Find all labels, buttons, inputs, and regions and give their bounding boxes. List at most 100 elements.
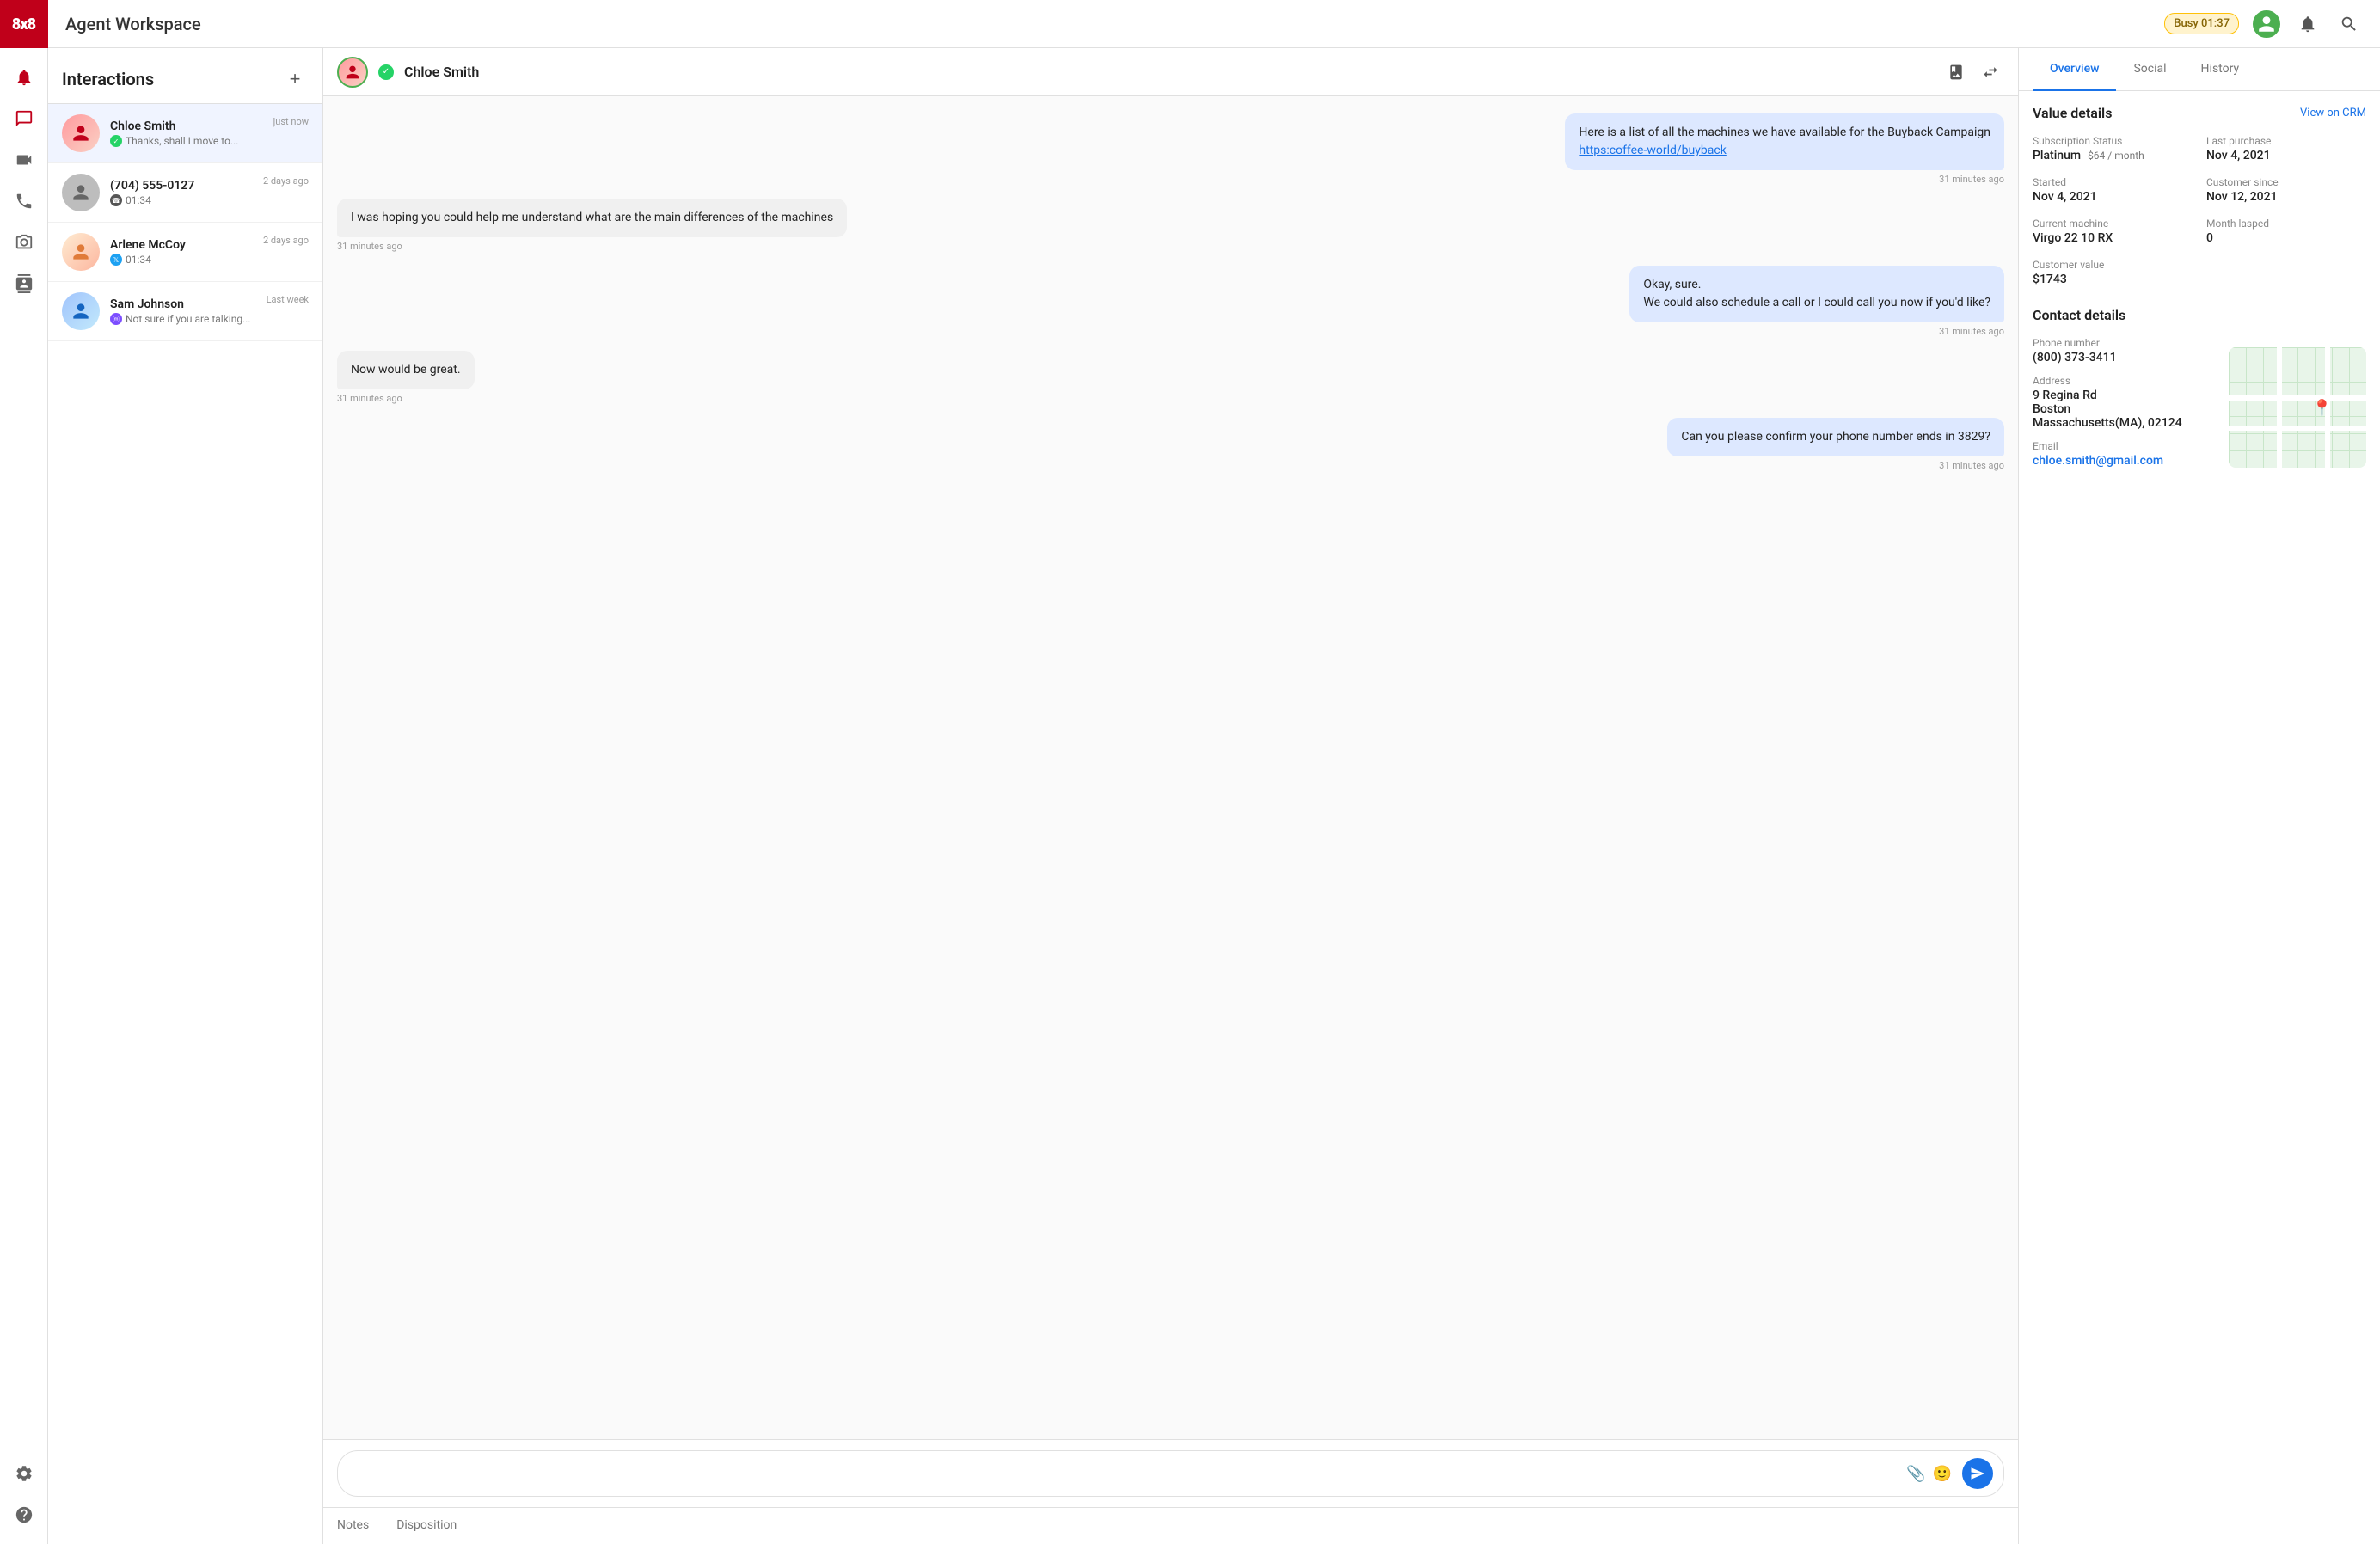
nav-item-chat[interactable]	[5, 100, 43, 138]
emoji-icon[interactable]: 🙂	[1933, 1465, 1952, 1483]
map-road	[2229, 395, 2366, 401]
details-grid: Subscription Status Platinum $64 / month…	[2033, 135, 2366, 286]
customer-value-value: $1743	[2033, 273, 2193, 286]
subscription-status-label: Subscription Status	[2033, 135, 2193, 147]
message-time: 31 minutes ago	[337, 174, 2004, 185]
chat-tabs: Notes Disposition	[323, 1507, 2018, 1544]
nav-item-settings[interactable]	[5, 1455, 43, 1492]
chat-contact-avatar	[337, 57, 368, 88]
agent-avatar[interactable]	[2253, 10, 2280, 38]
interaction-info: Sam Johnson ⓜ Not sure if you are talkin…	[110, 297, 256, 325]
notification-icon[interactable]	[2294, 10, 2322, 38]
month-lapsed-field: Month lasped 0	[2206, 218, 2366, 245]
knowledge-base-button[interactable]	[1942, 58, 1970, 86]
interaction-info: Chloe Smith ✓ Thanks, shall I move to...	[110, 119, 263, 147]
interaction-item[interactable]: Chloe Smith ✓ Thanks, shall I move to...…	[48, 104, 322, 163]
interaction-time: 2 days ago	[263, 235, 309, 246]
customer-since-value: Nov 12, 2021	[2206, 190, 2366, 204]
map-placeholder: 📍	[2229, 347, 2366, 468]
interaction-info: Arlene McCoy 𝕏 01:34	[110, 238, 253, 266]
phone-icon: ☎	[110, 194, 122, 206]
message-bubble: Can you please confirm your phone number…	[1667, 418, 2004, 456]
started-label: Started	[2033, 176, 2193, 188]
status-badge[interactable]: Busy 01:37	[2164, 13, 2239, 34]
email-value[interactable]: chloe.smith@gmail.com	[2033, 454, 2215, 468]
nav-item-video[interactable]	[5, 141, 43, 179]
nav-item-phone[interactable]	[5, 182, 43, 220]
month-lapsed-value: 0	[2206, 231, 2366, 245]
address-label: Address	[2033, 375, 2215, 387]
interaction-preview: ⓜ Not sure if you are talking...	[110, 313, 256, 325]
tab-history[interactable]: History	[2184, 48, 2257, 91]
tab-overview[interactable]: Overview	[2033, 48, 2116, 91]
interaction-item[interactable]: Sam Johnson ⓜ Not sure if you are talkin…	[48, 282, 322, 341]
avatar	[62, 114, 100, 152]
interaction-list: Chloe Smith ✓ Thanks, shall I move to...…	[48, 104, 322, 1544]
details-content: Value details View on CRM Subscription S…	[2019, 91, 2380, 1544]
email-field: Email chloe.smith@gmail.com	[2033, 440, 2215, 468]
interaction-item[interactable]: Arlene McCoy 𝕏 01:34 2 days ago	[48, 223, 322, 282]
map-pin: 📍	[2311, 398, 2333, 419]
tab-social[interactable]: Social	[2116, 48, 2183, 91]
chat-input[interactable]	[348, 1467, 1899, 1480]
interaction-time: Last week	[267, 294, 309, 305]
started-value: Nov 4, 2021	[2033, 190, 2193, 204]
nav-item-notifications[interactable]	[5, 58, 43, 96]
whatsapp-icon: ✓	[110, 135, 122, 147]
search-icon[interactable]	[2335, 10, 2363, 38]
section-title: Value details	[2033, 105, 2112, 121]
interactions-title: Interactions	[62, 69, 154, 89]
interaction-item[interactable]: (704) 555-0127 ☎ 01:34 2 days ago	[48, 163, 322, 223]
add-interaction-button[interactable]: +	[281, 65, 309, 93]
phone-field: Phone number (800) 373-3411	[2033, 337, 2215, 365]
last-purchase-field: Last purchase Nov 4, 2021	[2206, 135, 2366, 162]
nav-items	[5, 48, 43, 1444]
tab-notes[interactable]: Notes	[337, 1508, 369, 1544]
view-crm-link[interactable]: View on CRM	[2300, 107, 2366, 119]
current-machine-label: Current machine	[2033, 218, 2193, 230]
message-time: 31 minutes ago	[337, 393, 2004, 404]
contact-section-title: Contact details	[2033, 307, 2125, 323]
transfer-button[interactable]	[1977, 58, 2004, 86]
chat-header-icons	[1942, 58, 2004, 86]
nav-item-camera[interactable]	[5, 224, 43, 261]
message-group: Okay, sure.We could also schedule a call…	[337, 266, 2004, 337]
send-button[interactable]	[1962, 1458, 1993, 1489]
email-label: Email	[2033, 440, 2215, 452]
main-wrapper: Agent Workspace Busy 01:37 Interactions …	[48, 0, 2380, 1544]
started-field: Started Nov 4, 2021	[2033, 176, 2193, 204]
message-bubble: Here is a list of all the machines we ha…	[1565, 113, 2004, 170]
app-title: Agent Workspace	[65, 14, 2150, 34]
details-panel: Overview Social History Value details Vi…	[2019, 48, 2380, 1544]
chat-input-row: 📎 🙂	[337, 1450, 2004, 1497]
avatar	[62, 292, 100, 330]
message-bubble: Now would be great.	[337, 351, 475, 389]
phone-value: (800) 373-3411	[2033, 351, 2215, 365]
message-link[interactable]: https:coffee-world/buyback	[1579, 144, 1726, 157]
message-group: Now would be great. 31 minutes ago	[337, 351, 2004, 404]
map-road	[2229, 426, 2366, 431]
messenger-icon: ⓜ	[110, 313, 122, 325]
current-machine-value: Virgo 22 10 RX	[2033, 231, 2193, 245]
twitter-icon: 𝕏	[110, 254, 122, 266]
section-header: Value details View on CRM	[2033, 105, 2366, 121]
subscription-status-field: Subscription Status Platinum $64 / month	[2033, 135, 2193, 162]
phone-label: Phone number	[2033, 337, 2215, 349]
top-header: Agent Workspace Busy 01:37	[48, 0, 2380, 48]
message-group: I was hoping you could help me understan…	[337, 199, 2004, 252]
chat-contact-name: Chloe Smith	[404, 64, 1932, 80]
last-purchase-value: Nov 4, 2021	[2206, 149, 2366, 162]
header-right: Busy 01:37	[2164, 10, 2363, 38]
nav-item-help[interactable]	[5, 1496, 43, 1534]
customer-since-label: Customer since	[2206, 176, 2366, 188]
address-field: Address 9 Regina Rd Boston Massachusetts…	[2033, 375, 2215, 430]
tab-disposition[interactable]: Disposition	[396, 1508, 457, 1544]
interaction-name: Arlene McCoy	[110, 238, 253, 252]
customer-value-field: Customer value $1743	[2033, 259, 2193, 286]
logo: 8x8	[0, 0, 48, 48]
interactions-header: Interactions +	[48, 48, 322, 104]
attachment-icon[interactable]: 📎	[1906, 1465, 1925, 1483]
nav-item-contacts[interactable]	[5, 265, 43, 303]
chat-input-area: 📎 🙂	[323, 1439, 2018, 1507]
customer-value-label: Customer value	[2033, 259, 2193, 271]
